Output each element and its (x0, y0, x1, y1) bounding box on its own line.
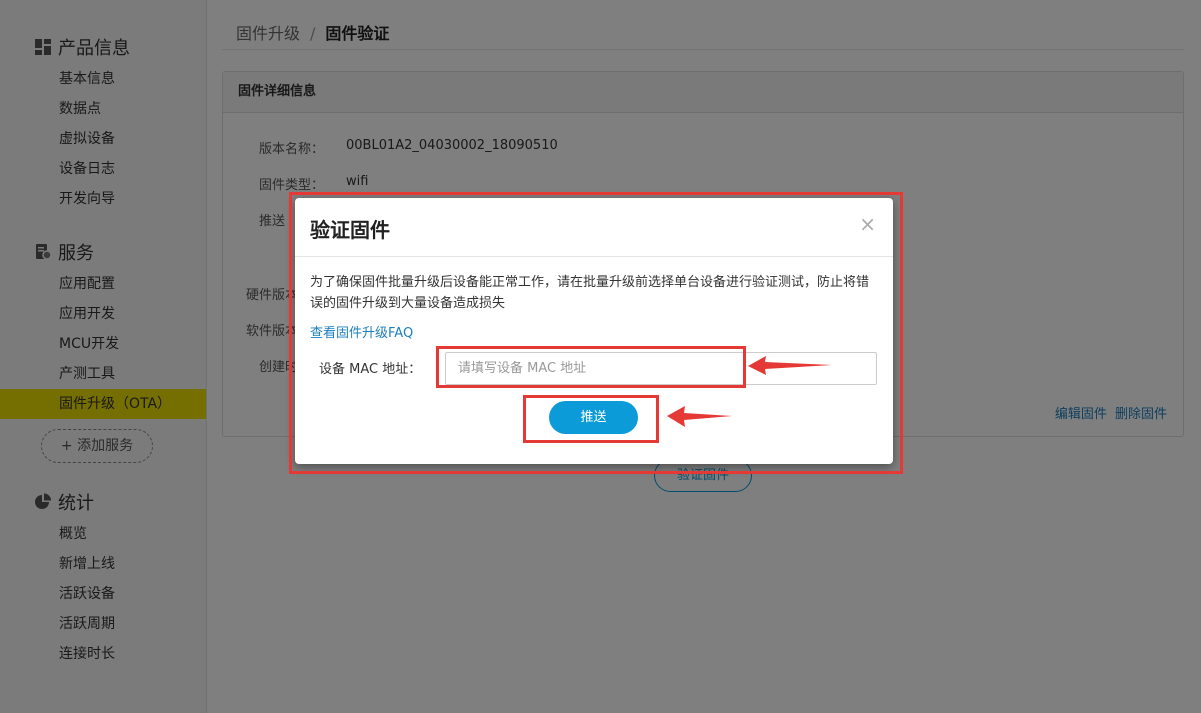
input-highlight-box (436, 346, 746, 388)
button-highlight-box (523, 395, 659, 443)
